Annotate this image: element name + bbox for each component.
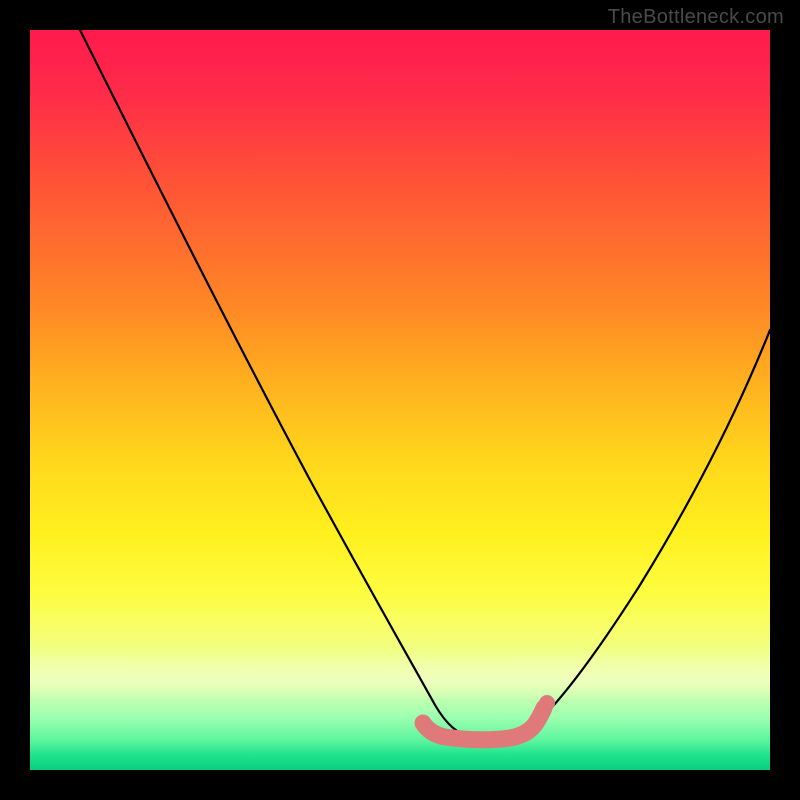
image-frame: TheBottleneck.com bbox=[0, 0, 800, 800]
right-curve bbox=[540, 330, 770, 720]
watermark-text: TheBottleneck.com bbox=[608, 6, 784, 29]
valley-marker-dot bbox=[539, 695, 555, 711]
left-curve bbox=[80, 30, 470, 735]
plot-area bbox=[30, 30, 770, 770]
curves-layer bbox=[30, 30, 770, 770]
